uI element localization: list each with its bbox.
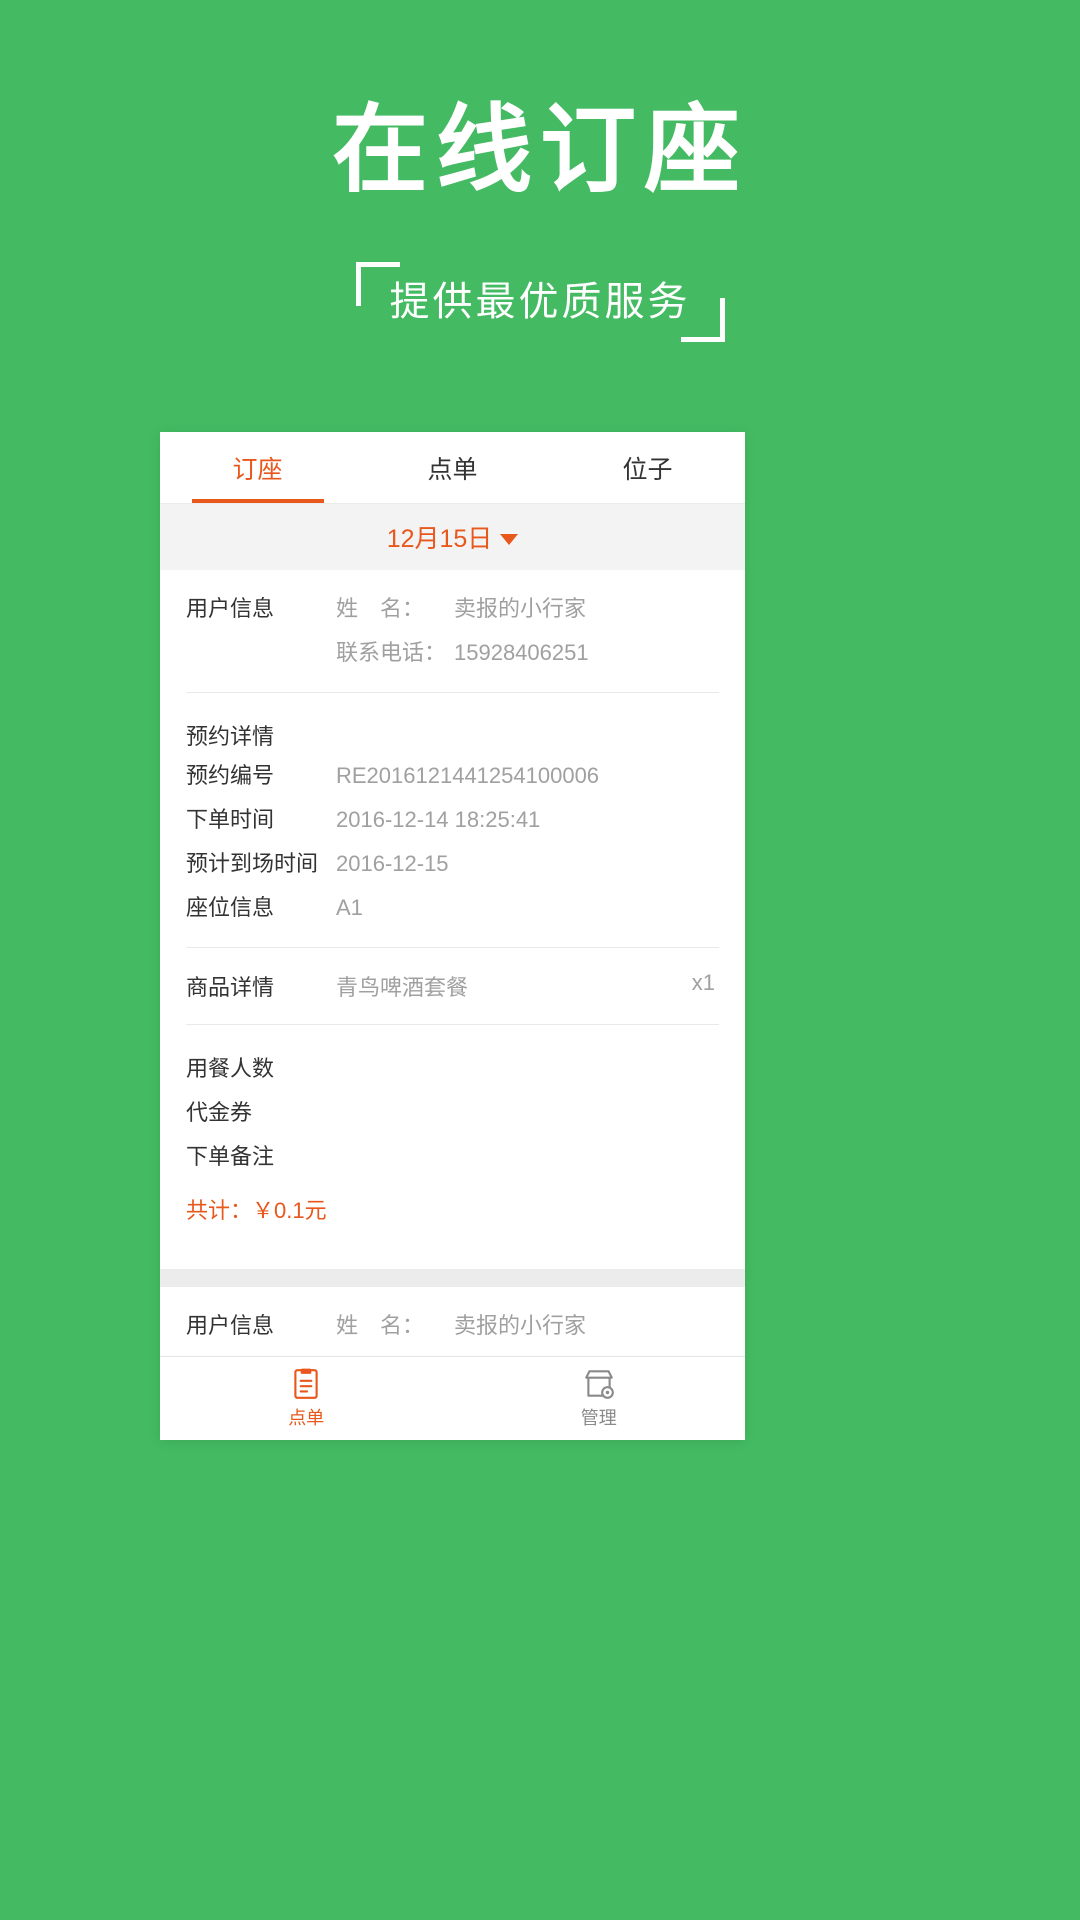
hero-subtitle-block: 提供最优质服务 bbox=[0, 262, 1080, 342]
goods-section-1: 商品详情 青鸟啤酒套餐 x1 bbox=[186, 948, 719, 1025]
diners-count-label-1: 用餐人数 bbox=[186, 1056, 275, 1081]
nav-item-guanli-label: 管理 bbox=[580, 1408, 617, 1428]
name-value-1: 卖报的小行家 bbox=[454, 596, 587, 621]
reservation-detail-section-1: 预约详情 预约编号 RE2016121441254100006 下单时间 201… bbox=[186, 693, 719, 948]
order-document-icon bbox=[294, 1368, 318, 1399]
user-info-label-1: 用户信息 bbox=[186, 596, 275, 621]
name-value-2: 卖报的小行家 bbox=[454, 1313, 587, 1338]
voucher-label-1: 代金券 bbox=[186, 1100, 253, 1125]
seat-value-1: A1 bbox=[336, 895, 363, 920]
name-label-2: 姓 名： bbox=[336, 1313, 425, 1338]
shop-manage-icon bbox=[584, 1370, 614, 1399]
tab-dingzuo-label: 订座 bbox=[232, 455, 283, 484]
user-name-row-1: 用户信息 姓 名： 卖报的小行家 bbox=[186, 592, 719, 626]
app-preview-card: 订座 点单 位子 12月15日 用户信息 姓 名： 卖报的小行家 联系电话： 1… bbox=[160, 432, 745, 1440]
goods-label-1: 商品详情 bbox=[186, 975, 275, 1000]
arrival-time-value-1: 2016-12-15 bbox=[336, 851, 449, 876]
table-row: 座位信息 A1 bbox=[186, 891, 719, 925]
bracket-bottom-right-icon bbox=[680, 298, 725, 342]
order-time-label-1: 下单时间 bbox=[186, 807, 275, 832]
tab-bar: 订座 点单 位子 bbox=[160, 432, 745, 504]
order-note-label-1: 下单备注 bbox=[186, 1144, 275, 1169]
hero-title: 在线订座 bbox=[332, 97, 748, 204]
tab-diandan-label: 点单 bbox=[427, 455, 478, 484]
hero-subtitle: 提供最优质服务 bbox=[389, 280, 691, 324]
nav-item-guanli[interactable]: 管理 bbox=[453, 1357, 746, 1440]
phone-label-1: 联系电话： bbox=[336, 640, 447, 665]
tab-dingzuo[interactable]: 订座 bbox=[160, 432, 355, 503]
app-screen: 在线订座 提供最优质服务 订座 点单 位子 12月15日 用户信息 姓 名： 卖… bbox=[0, 0, 1080, 1920]
date-selector-value: 12月15日 bbox=[386, 525, 493, 553]
reservation-no-label-1: 预约编号 bbox=[186, 763, 275, 788]
goods-item-qty-1: x1 bbox=[691, 970, 715, 995]
goods-item-name-1: 青鸟啤酒套餐 bbox=[336, 975, 469, 1000]
arrival-time-label-1: 预计到场时间 bbox=[186, 851, 319, 876]
bottom-navigation-bar: 点单 管理 bbox=[160, 1356, 745, 1440]
nav-item-diandan[interactable]: 点单 bbox=[160, 1357, 453, 1440]
date-selector[interactable]: 12月15日 bbox=[160, 504, 745, 570]
user-info-label-2: 用户信息 bbox=[186, 1313, 275, 1338]
user-name-row-2: 用户信息 姓 名： 卖报的小行家 bbox=[186, 1309, 719, 1343]
tab-weizi-label: 位子 bbox=[622, 455, 673, 484]
extra-info-section-1: 用餐人数 代金券 下单备注 共计：￥0.1元 bbox=[186, 1025, 719, 1269]
order-total-1: 共计：￥0.1元 bbox=[186, 1198, 327, 1223]
table-row: 预约编号 RE2016121441254100006 bbox=[186, 759, 719, 793]
nav-item-diandan-label: 点单 bbox=[288, 1408, 325, 1428]
tab-diandan[interactable]: 点单 bbox=[355, 432, 550, 503]
user-phone-row-1: 联系电话： 15928406251 bbox=[186, 636, 719, 670]
bracket-top-left-icon bbox=[355, 262, 400, 306]
table-row: 下单时间 2016-12-14 18:25:41 bbox=[186, 803, 719, 837]
order-card-1: 用户信息 姓 名： 卖报的小行家 联系电话： 15928406251 预约详情 bbox=[160, 570, 745, 1269]
reservation-no-value-1: RE2016121441254100006 bbox=[336, 763, 600, 788]
user-info-section-1: 用户信息 姓 名： 卖报的小行家 联系电话： 15928406251 bbox=[186, 570, 719, 693]
table-row: 预计到场时间 2016-12-15 bbox=[186, 847, 719, 881]
tab-weizi[interactable]: 位子 bbox=[550, 432, 745, 503]
order-time-value-1: 2016-12-14 18:25:41 bbox=[336, 807, 541, 832]
order-separator bbox=[160, 1269, 745, 1287]
chevron-down-icon bbox=[500, 533, 519, 545]
phone-value-1: 15928406251 bbox=[454, 640, 589, 665]
reservation-detail-heading-1: 预约详情 bbox=[186, 724, 275, 749]
goods-row-1: 商品详情 青鸟啤酒套餐 x1 bbox=[186, 970, 719, 1002]
seat-label-1: 座位信息 bbox=[186, 895, 275, 920]
name-label-1: 姓 名： bbox=[336, 596, 425, 621]
